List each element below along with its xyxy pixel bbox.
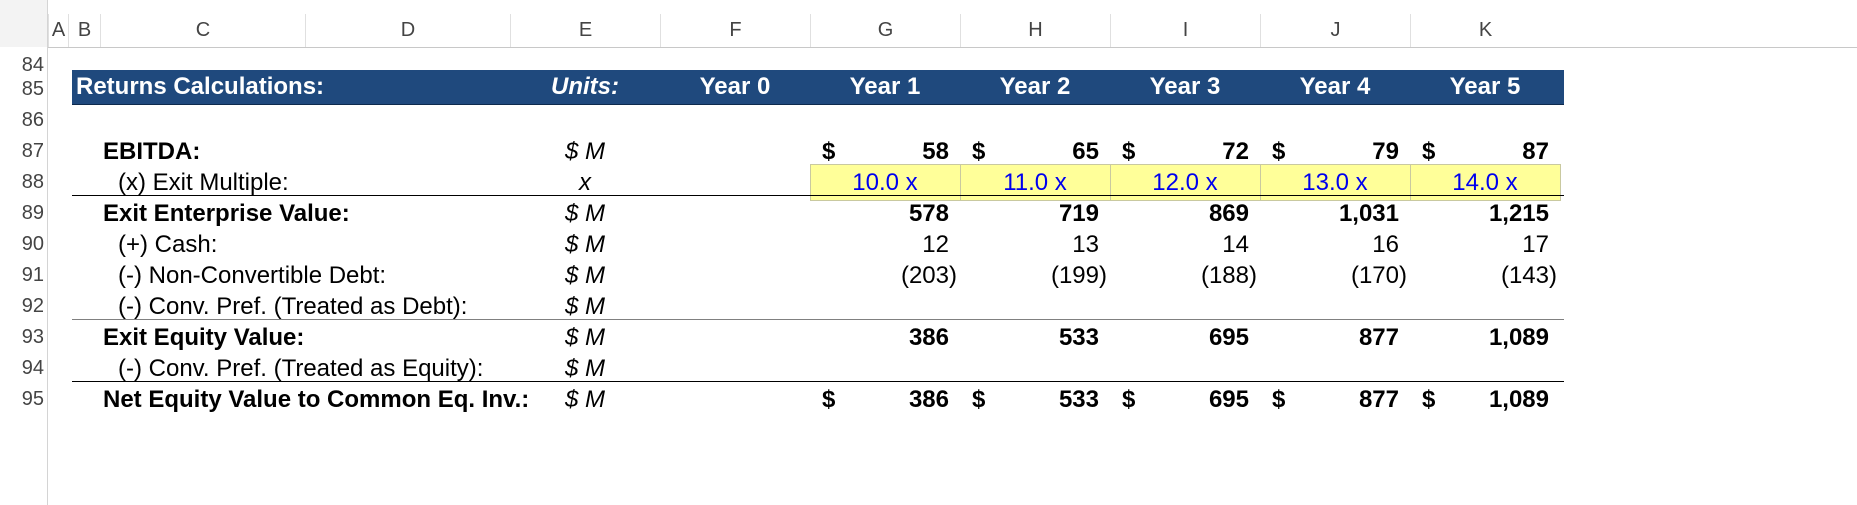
column-header-d[interactable]: D xyxy=(305,14,510,47)
column-header-f[interactable]: F xyxy=(660,14,810,47)
net-equity-value-common-year-1[interactable]: 386 xyxy=(810,381,949,418)
returns-header-band: Returns Calculations: Units: Year 0 Year… xyxy=(72,70,1564,105)
year-2-header[interactable]: Year 2 xyxy=(960,70,1110,104)
year-1-header[interactable]: Year 1 xyxy=(810,70,960,104)
net-equity-value-common-year-5[interactable]: 1,089 xyxy=(1410,381,1549,418)
net-equity-value-common-year-3[interactable]: 695 xyxy=(1110,381,1249,418)
net-equity-value-common-label[interactable]: Net Equity Value to Common Eq. Inv.: xyxy=(103,381,529,418)
row-border-line xyxy=(72,381,1564,382)
units-header[interactable]: Units: xyxy=(510,70,660,104)
net-equity-value-common-unit[interactable]: $ M xyxy=(510,381,660,418)
year-0-header[interactable]: Year 0 xyxy=(660,70,810,104)
net-equity-value-common-year-4[interactable]: 877 xyxy=(1260,381,1399,418)
column-header-bar: A B C D E F G H I J K xyxy=(0,0,1857,48)
row-border-line xyxy=(72,195,1564,196)
year-4-header[interactable]: Year 4 xyxy=(1260,70,1410,104)
column-header-j[interactable]: J xyxy=(1260,14,1410,47)
year-5-header[interactable]: Year 5 xyxy=(1410,70,1560,104)
column-header-i[interactable]: I xyxy=(1110,14,1260,47)
column-header-a[interactable]: A xyxy=(48,14,68,47)
section-title[interactable]: Returns Calculations: xyxy=(76,70,476,104)
column-header-h[interactable]: H xyxy=(960,14,1110,47)
row-header-95[interactable]: 95 xyxy=(0,381,44,418)
row-border-line xyxy=(72,319,1564,320)
year-3-header[interactable]: Year 3 xyxy=(1110,70,1260,104)
column-header-b[interactable]: B xyxy=(68,14,100,47)
column-header-c[interactable]: C xyxy=(100,14,305,47)
column-header-k[interactable]: K xyxy=(1410,14,1560,47)
column-header-e[interactable]: E xyxy=(510,14,660,47)
column-header-g[interactable]: G xyxy=(810,14,960,47)
row-header-bar: 84 85 86 87 88 89 90 91 92 93 94 95 xyxy=(0,47,48,505)
select-all-corner[interactable] xyxy=(0,0,48,47)
net-equity-value-common-year-2[interactable]: 533 xyxy=(960,381,1099,418)
